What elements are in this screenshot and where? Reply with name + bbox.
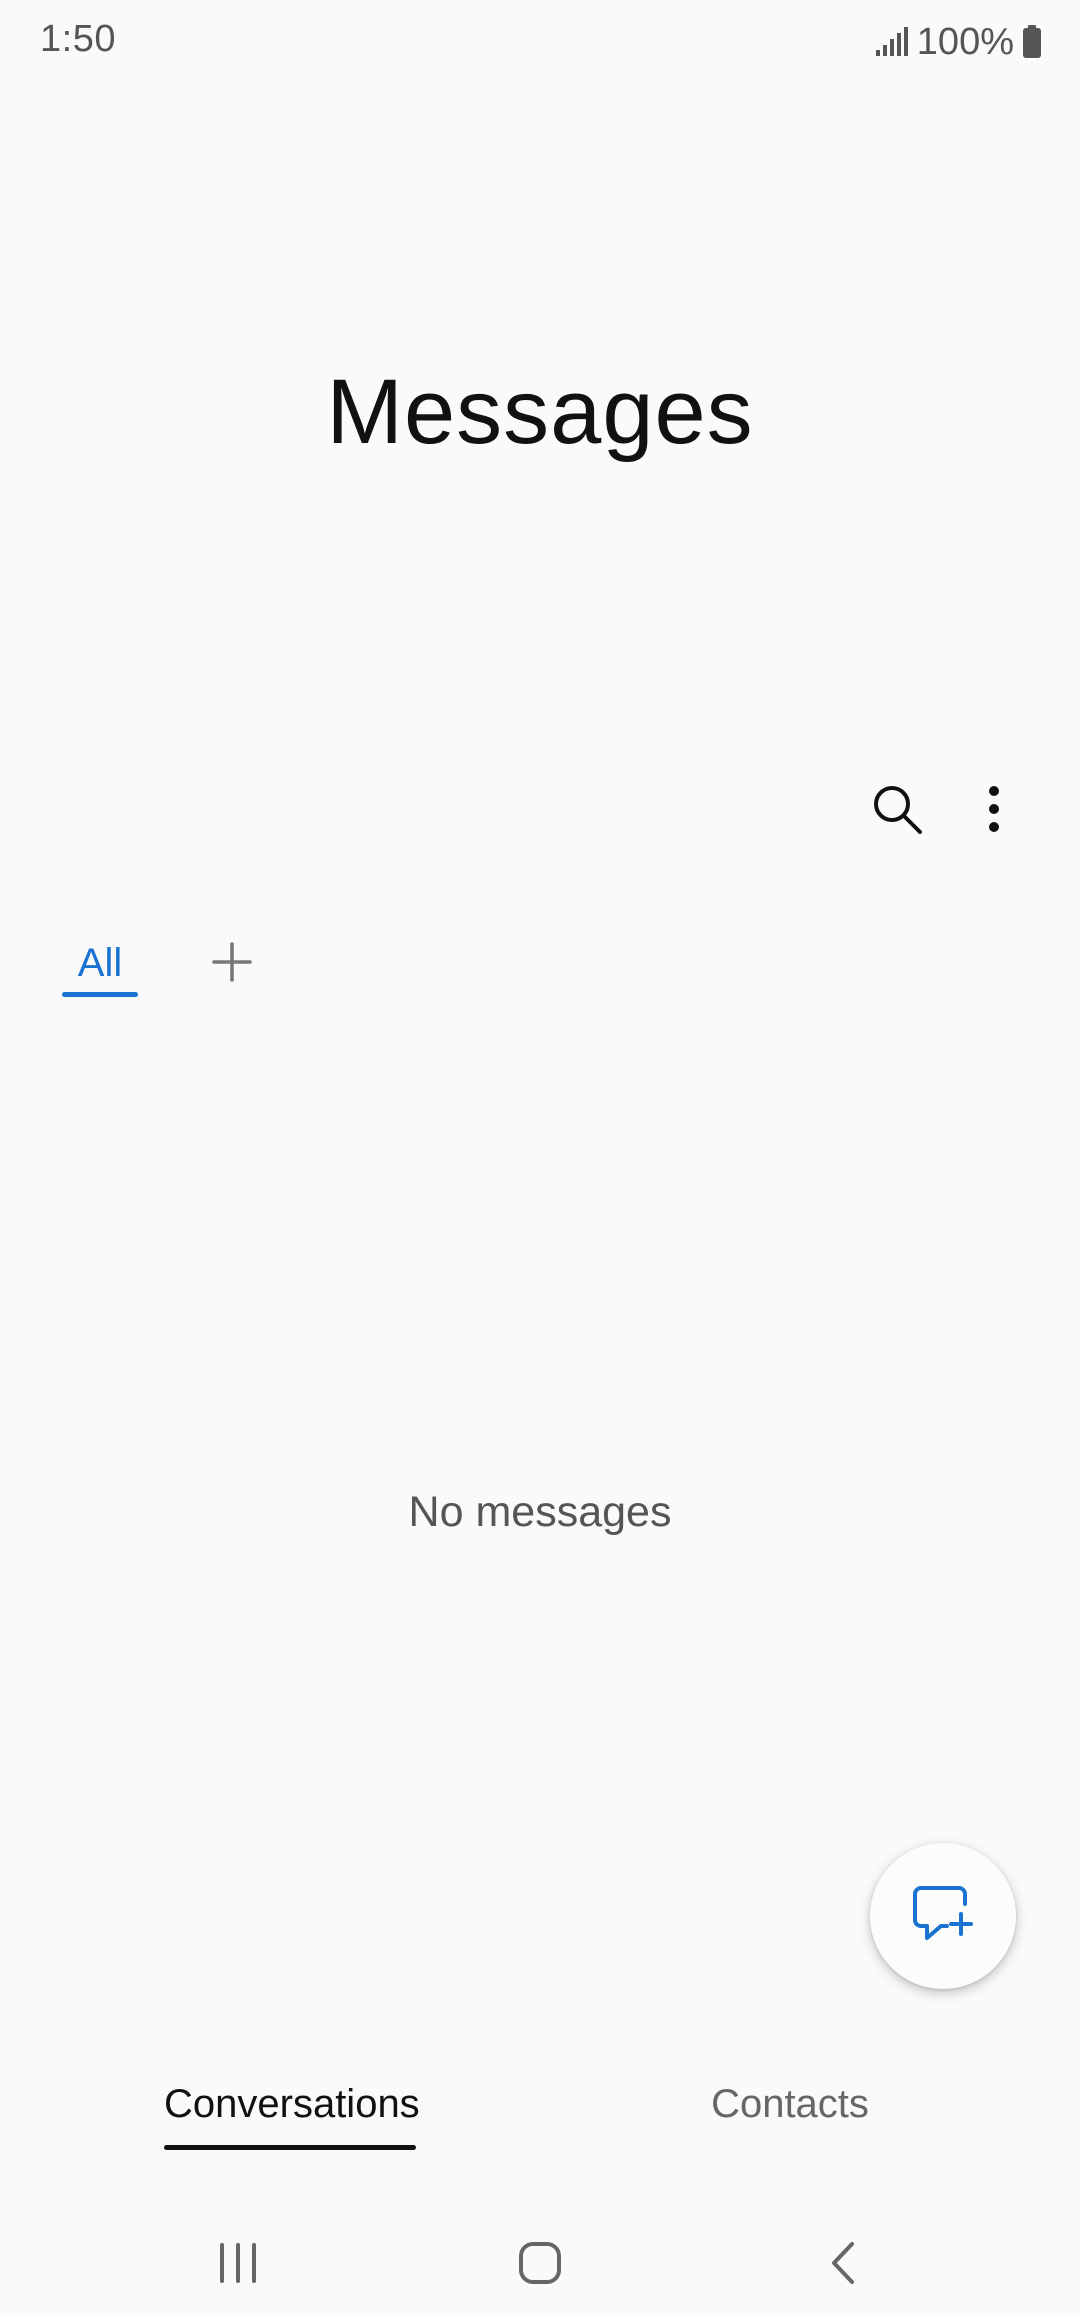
back-icon — [828, 2240, 858, 2291]
battery-percent: 100% — [916, 20, 1014, 63]
add-category-button[interactable] — [208, 940, 256, 988]
signal-icon — [875, 26, 909, 58]
home-icon — [518, 2241, 562, 2290]
status-indicators: 100% — [875, 18, 1042, 66]
selected-tab-indicator — [164, 2145, 416, 2150]
messages-screen: 1:50 100% Messages All No messages Conve… — [0, 0, 1080, 2316]
search-button[interactable] — [864, 778, 930, 844]
tab-contacts[interactable]: Contacts — [700, 2082, 880, 2144]
home-button[interactable] — [505, 2230, 575, 2300]
status-time: 1:50 — [40, 18, 116, 60]
new-message-button[interactable] — [870, 1843, 1016, 1989]
more-options-icon — [987, 784, 1001, 839]
category-tab-all[interactable]: All — [62, 935, 138, 997]
status-bar: 1:50 100% — [0, 0, 1080, 84]
tab-contacts-label: Contacts — [711, 2082, 869, 2126]
empty-state-text: No messages — [408, 1488, 672, 1536]
plus-icon — [212, 941, 252, 987]
category-tab-label: All — [77, 941, 123, 985]
new-message-icon — [911, 1884, 975, 1949]
tab-conversations-label: Conversations — [164, 2082, 420, 2126]
battery-icon — [1022, 25, 1042, 59]
page-title: Messages — [326, 361, 754, 463]
selected-tab-indicator — [62, 992, 138, 997]
more-options-button[interactable] — [964, 778, 1024, 844]
tab-conversations[interactable]: Conversations — [164, 2082, 420, 2150]
back-button[interactable] — [808, 2230, 878, 2300]
recents-icon — [216, 2242, 260, 2289]
system-nav-bar — [0, 2210, 1080, 2316]
recents-button[interactable] — [203, 2230, 273, 2300]
search-icon — [870, 782, 924, 841]
